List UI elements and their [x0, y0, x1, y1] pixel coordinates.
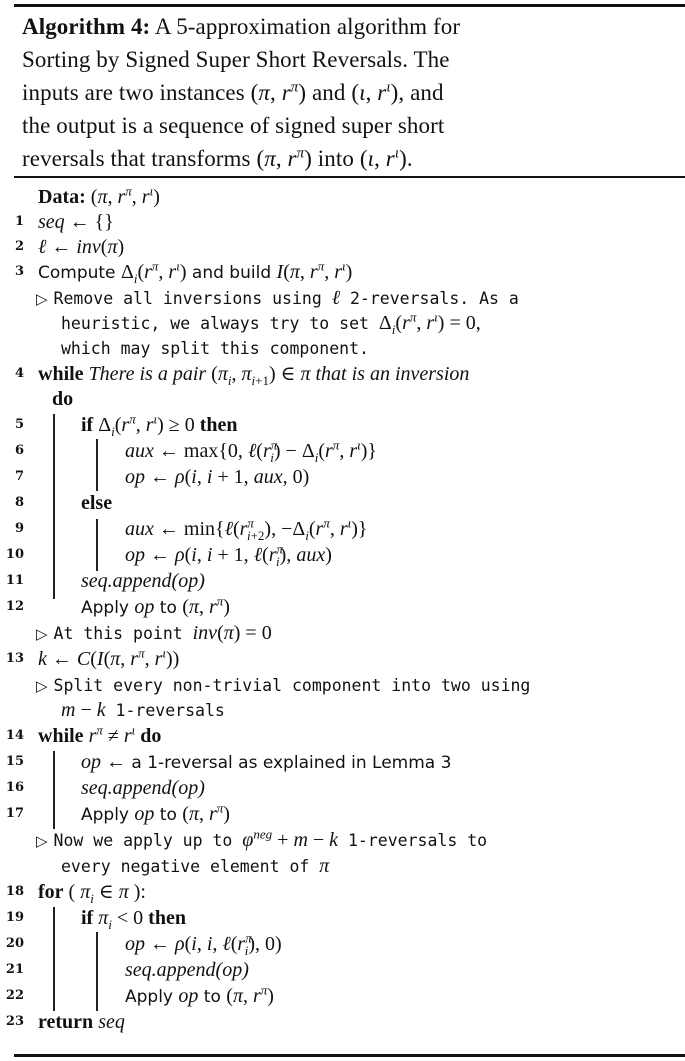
caption-line-4: the output is a sequence of signed super… — [22, 113, 445, 138]
if-block-bar — [96, 439, 98, 491]
line-number: 18 — [5, 884, 24, 899]
line-number: 15 — [5, 754, 24, 769]
line-number: 5 — [14, 417, 24, 432]
line-number: 7 — [14, 469, 24, 484]
caption-line-2: Sorting by Signed Super Short Reversals.… — [22, 47, 450, 72]
caption-line-1: A 5-approximation algorithm for — [150, 14, 461, 39]
line-number: 11 — [5, 573, 24, 588]
line-number: 22 — [5, 988, 24, 1003]
caption-line-5: reversals that transforms (π, rπ) into (… — [22, 145, 413, 171]
data-label: Data: — [38, 186, 86, 208]
algorithm-label: Algorithm 4: — [22, 14, 151, 39]
line-number: 12 — [5, 599, 24, 614]
while2-block-bar — [53, 751, 55, 829]
comment-triangle-icon: ▷ — [36, 625, 48, 643]
line-number: 19 — [5, 910, 24, 925]
line-number: 10 — [5, 547, 24, 562]
line-number: 2 — [14, 239, 24, 254]
bottom-rule — [14, 1054, 685, 1057]
caption-line-3: inputs are two instances (π, rπ) and (ι,… — [22, 79, 444, 105]
line-number: 8 — [14, 495, 24, 510]
line-number: 21 — [5, 962, 24, 977]
line-number: 14 — [5, 728, 24, 743]
while-block-bar — [53, 414, 55, 599]
line-number: 6 — [14, 443, 24, 458]
caption-rule — [14, 176, 685, 178]
line-number: 1 — [14, 214, 24, 229]
line-number: 13 — [5, 651, 24, 666]
comment-triangle-icon: ▷ — [36, 290, 48, 308]
line-number: 3 — [14, 264, 24, 279]
line-number: 23 — [5, 1014, 24, 1029]
line-number: 17 — [5, 806, 24, 821]
line-number: 9 — [14, 521, 24, 536]
for-block-bar — [53, 907, 55, 1011]
algorithm-caption: Algorithm 4: A 5-approximation algorithm… — [22, 10, 642, 175]
else-block-bar — [96, 519, 98, 571]
line-number: 16 — [5, 780, 24, 795]
if2-block-bar — [96, 932, 98, 1011]
line-number: 20 — [5, 936, 24, 951]
top-rule — [14, 4, 685, 7]
comment-triangle-icon: ▷ — [36, 832, 48, 850]
line-number: 4 — [14, 366, 24, 381]
comment-triangle-icon: ▷ — [36, 677, 48, 695]
